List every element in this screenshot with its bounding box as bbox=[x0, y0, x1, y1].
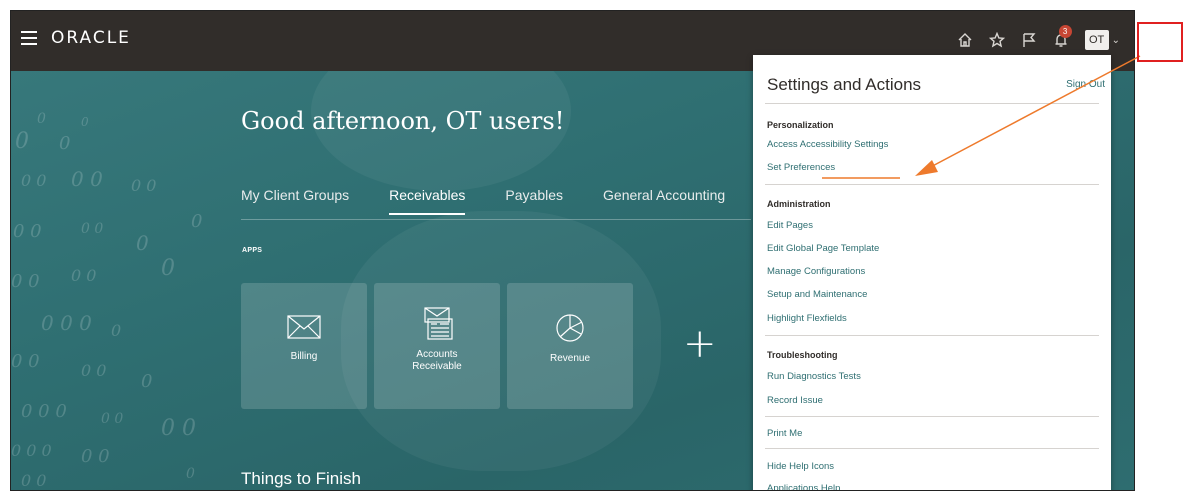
greeting-title: Good afternoon, OT users! bbox=[241, 107, 565, 135]
flag-icon[interactable] bbox=[1013, 25, 1045, 55]
section-heading-troubleshooting: Troubleshooting bbox=[767, 350, 838, 360]
divider bbox=[765, 416, 1099, 417]
set-preferences-link[interactable]: Set Preferences bbox=[767, 162, 835, 173]
access-accessibility-settings-link[interactable]: Access Accessibility Settings bbox=[767, 139, 888, 150]
things-to-finish-heading: Things to Finish bbox=[241, 469, 361, 488]
app-tile-billing[interactable]: Billing bbox=[241, 283, 367, 409]
tab-receivables[interactable]: Receivables bbox=[389, 187, 466, 215]
panel-title: Settings and Actions bbox=[767, 75, 922, 94]
run-diagnostics-tests-link[interactable]: Run Diagnostics Tests bbox=[767, 371, 861, 382]
divider bbox=[765, 448, 1099, 449]
app-tile-revenue[interactable]: Revenue bbox=[507, 283, 633, 409]
home-tabs: My Client Groups Receivables Payables Ge… bbox=[241, 187, 765, 215]
app-tile-label: Revenue bbox=[549, 353, 591, 364]
chevron-down-icon[interactable]: ⌄ bbox=[1112, 35, 1120, 46]
notifications-bell-icon[interactable]: 3 bbox=[1045, 25, 1077, 55]
hide-help-icons-link[interactable]: Hide Help Icons bbox=[767, 461, 834, 472]
section-heading-personalization: Personalization bbox=[767, 120, 834, 130]
favorites-star-icon[interactable] bbox=[981, 25, 1013, 55]
user-avatar[interactable]: OT bbox=[1084, 30, 1109, 50]
tab-my-client-groups[interactable]: My Client Groups bbox=[241, 187, 349, 215]
pie-chart-icon bbox=[556, 314, 584, 342]
header-icons: 3 OT ⌄ bbox=[949, 25, 1120, 55]
notification-count-badge: 3 bbox=[1058, 25, 1072, 38]
tab-general-accounting[interactable]: General Accounting bbox=[603, 187, 725, 215]
divider bbox=[765, 184, 1099, 185]
section-heading-administration: Administration bbox=[767, 199, 831, 209]
manage-configurations-link[interactable]: Manage Configurations bbox=[767, 266, 865, 277]
edit-pages-link[interactable]: Edit Pages bbox=[767, 220, 813, 231]
annotation-callout-box bbox=[1137, 22, 1183, 62]
applications-help-link[interactable]: Applications Help bbox=[767, 483, 840, 490]
settings-and-actions-panel: Settings and Actions Sign Out Personaliz… bbox=[753, 55, 1111, 490]
app-tile-accounts-receivable[interactable]: Accounts Receivable bbox=[374, 283, 500, 409]
sign-out-link[interactable]: Sign Out bbox=[1066, 79, 1105, 90]
tab-payables[interactable]: Payables bbox=[505, 187, 563, 215]
edit-global-page-template-link[interactable]: Edit Global Page Template bbox=[767, 243, 879, 254]
highlight-flexfields-link[interactable]: Highlight Flexfields bbox=[767, 313, 847, 324]
plus-icon[interactable]: + bbox=[683, 321, 717, 367]
setup-and-maintenance-link[interactable]: Setup and Maintenance bbox=[767, 289, 867, 300]
app-tile-label: Accounts Receivable bbox=[412, 349, 462, 372]
envelope-icon bbox=[287, 315, 321, 339]
home-icon[interactable] bbox=[949, 25, 981, 55]
background-pattern: 0 0 0 0 0 0 0 0 0 0 0 0 0 0 0 0 0 0 0 0 … bbox=[11, 111, 203, 490]
apps-section-label: APPS bbox=[242, 247, 263, 254]
divider bbox=[765, 103, 1099, 104]
oracle-logo: ORACLE bbox=[51, 28, 131, 48]
navigator-menu-icon[interactable] bbox=[21, 31, 37, 45]
tabs-divider bbox=[241, 219, 751, 220]
oracle-home-screen: ORACLE 3 OT ⌄ 0 0 0 0 0 0 0 0 0 0 0 0 0 … bbox=[10, 10, 1135, 491]
record-issue-link[interactable]: Record Issue bbox=[767, 395, 823, 406]
print-me-link[interactable]: Print Me bbox=[767, 428, 802, 439]
divider bbox=[765, 335, 1099, 336]
app-tile-label: Billing bbox=[290, 351, 318, 362]
invoice-icon bbox=[424, 307, 453, 340]
